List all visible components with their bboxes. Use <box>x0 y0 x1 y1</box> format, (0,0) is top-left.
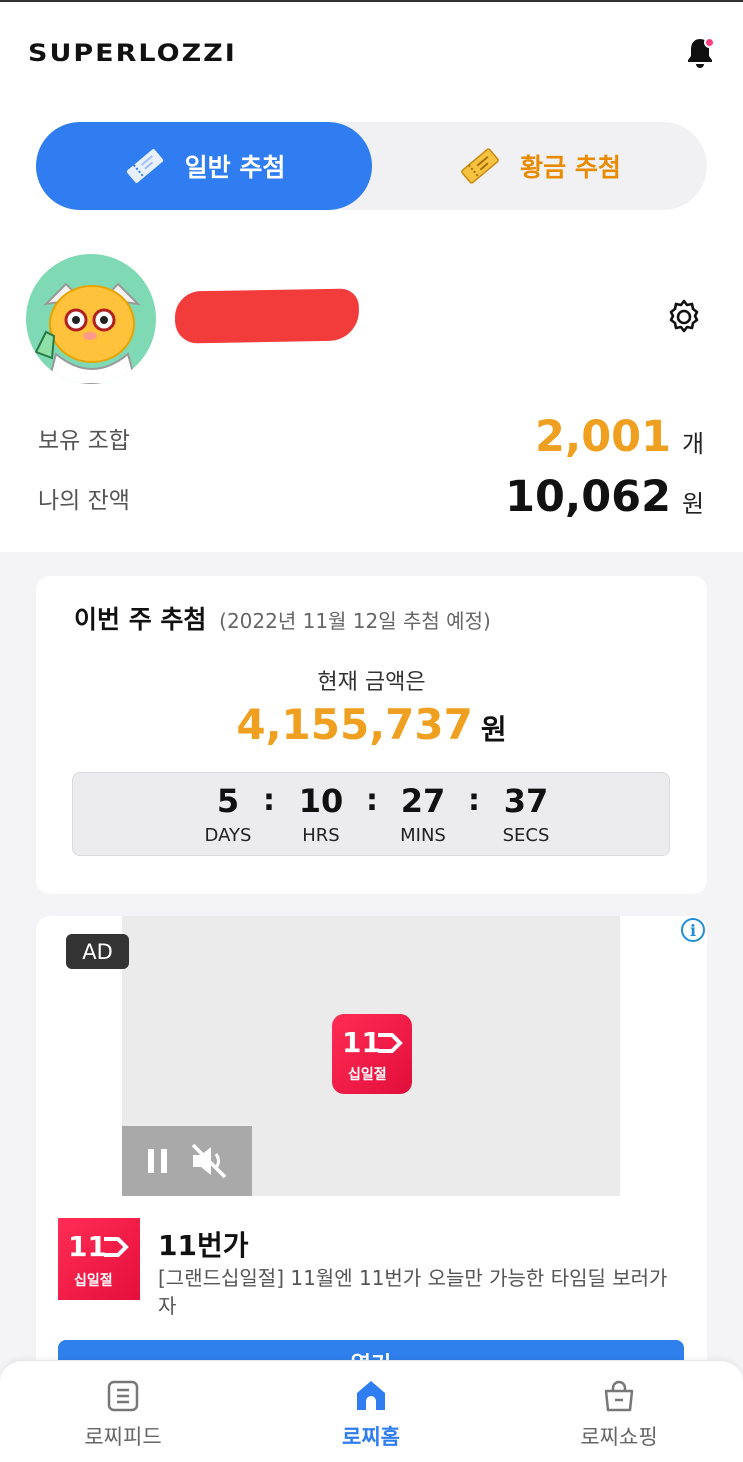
nav-item-feed[interactable]: 로찌피드 <box>38 1379 208 1451</box>
tab-normal-draw[interactable]: 일반 추첨 <box>36 122 372 210</box>
gold-ticket-icon <box>461 148 500 184</box>
draw-type-segment: 일반 추첨 황금 추첨 <box>36 122 707 210</box>
top-section: SUPERLOZZI 일반 추첨 황금 추첨 보유 조합 2,001 개 나의 … <box>0 0 743 552</box>
countdown-hours: 10 HRS <box>298 782 344 846</box>
pause-icon[interactable] <box>145 1147 171 1175</box>
draw-title-text: 이번 주 추첨 <box>74 605 207 634</box>
countdown-separator: : <box>366 783 378 818</box>
ad-description: [그랜드십일절] 11월엔 11번가 오늘만 가능한 타임딜 보러가자 <box>158 1266 668 1318</box>
redacted-username <box>174 288 360 344</box>
bottom-nav: 로찌피드 로찌홈 로찌쇼핑 <box>0 1360 743 1462</box>
countdown-timer: 5 DAYS : 10 HRS : 27 MINS : 37 SECS <box>72 772 670 856</box>
ad-badge: AD <box>66 934 129 969</box>
feed-icon <box>107 1380 139 1412</box>
ticket-icon <box>126 149 163 183</box>
ad-video-logo: 11 십일절 <box>332 1014 412 1094</box>
app-logo: SUPERLOZZI <box>28 39 237 68</box>
tab-gold-draw[interactable]: 황금 추첨 <box>372 122 707 210</box>
jackpot-unit: 원 <box>480 713 507 746</box>
shopping-bag-icon <box>604 1380 634 1412</box>
weekly-draw-card: 이번 주 추첨 (2022년 11월 12일 추첨 예정) 현재 금액은 4,1… <box>36 576 707 894</box>
nav-home-label: 로찌홈 <box>342 1425 400 1449</box>
balance-value: 10,062 <box>505 472 671 522</box>
nav-feed-label: 로찌피드 <box>84 1425 162 1449</box>
countdown-separator: : <box>468 783 480 818</box>
countdown-separator: : <box>263 783 275 818</box>
nav-shop-label: 로찌쇼핑 <box>580 1425 658 1449</box>
nav-item-shop[interactable]: 로찌쇼핑 <box>534 1379 704 1451</box>
avatar[interactable] <box>26 254 156 384</box>
combos-unit: 개 <box>682 430 705 458</box>
ad-video-controls <box>122 1126 252 1196</box>
countdown-seconds: 37 SECS <box>502 782 550 846</box>
balance-label: 나의 잔액 <box>38 488 130 514</box>
ad-card[interactable]: 11 십일절 AD i 11 십일절 11번가 [그랜드십일절] 11월엔 11… <box>36 916 707 1376</box>
advertiser-logo: 11 십일절 <box>58 1218 140 1300</box>
nav-item-home[interactable]: 로찌홈 <box>286 1379 456 1451</box>
settings-gear-icon[interactable] <box>665 298 703 336</box>
draw-title: 이번 주 추첨 (2022년 11월 12일 추첨 예정) <box>74 600 491 636</box>
jackpot-value: 4,155,737 <box>236 700 473 749</box>
countdown-days: 5 DAYS <box>204 782 252 846</box>
combos-value: 2,001 <box>534 412 671 462</box>
notification-bell-icon[interactable] <box>684 36 716 70</box>
advertiser-name: 11번가 <box>158 1229 249 1262</box>
current-amount-label: 현재 금액은 <box>317 670 426 695</box>
balance-unit: 원 <box>682 490 705 518</box>
ad-video[interactable]: 11 십일절 <box>122 916 620 1196</box>
tab-gold-label: 황금 추첨 <box>520 153 621 182</box>
mute-icon[interactable] <box>189 1143 229 1179</box>
draw-date: (2022년 11월 12일 추첨 예정) <box>219 609 491 633</box>
tab-normal-label: 일반 추첨 <box>184 153 286 182</box>
ad-info-icon[interactable]: i <box>681 918 705 942</box>
combos-label: 보유 조합 <box>38 428 130 454</box>
jackpot-amount: 4,155,737 원 <box>36 700 707 749</box>
countdown-minutes: 27 MINS <box>400 782 446 846</box>
home-icon <box>357 1381 385 1410</box>
notification-dot <box>704 37 715 48</box>
